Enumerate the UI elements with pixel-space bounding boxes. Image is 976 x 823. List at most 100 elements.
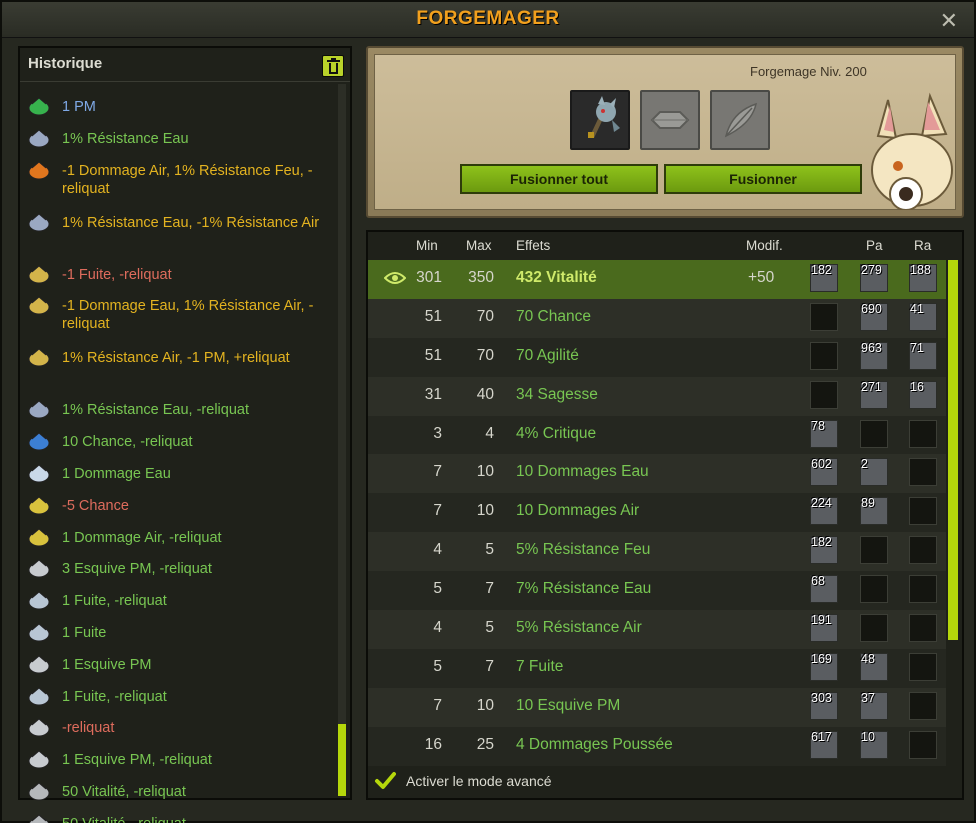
- rune-slot[interactable]: 963: [860, 341, 888, 370]
- header-modif: Modif.: [746, 238, 783, 253]
- history-item-text: -1 Fuite, -reliquat: [62, 266, 172, 283]
- rune-slot[interactable]: 48: [860, 651, 888, 681]
- effects-header: Min Max Effets Modif. Pa Ra: [368, 232, 962, 260]
- close-icon[interactable]: ✕: [940, 8, 958, 34]
- item-slot[interactable]: [570, 90, 630, 150]
- rune-slot[interactable]: [860, 614, 888, 643]
- checkmark-icon[interactable]: [374, 770, 396, 792]
- rune-slot[interactable]: 10: [860, 730, 888, 759]
- rune-slot[interactable]: [909, 691, 937, 720]
- min-value: 31: [424, 385, 442, 403]
- history-item: 1 Fuite: [26, 622, 340, 654]
- advanced-mode-toggle[interactable]: Activer le mode avancé: [374, 768, 552, 794]
- rune-count: 182: [811, 263, 832, 277]
- history-item: 1 Dommage Eau: [26, 463, 340, 495]
- rune-slot[interactable]: 271: [860, 379, 888, 409]
- rune-slot[interactable]: 78: [810, 419, 838, 448]
- effects-table: Min Max Effets Modif. Pa Ra 301 350 432 Vi…: [366, 230, 964, 800]
- rune-slot[interactable]: 182: [810, 263, 838, 292]
- effect-label: 4% Critique: [516, 424, 597, 442]
- history-panel: Historique 1 PM 1% Résistance Eau -1 Domma…: [18, 46, 352, 823]
- rune-slot[interactable]: 690: [860, 302, 888, 331]
- rune-slot[interactable]: 89: [860, 496, 888, 526]
- rune-slot[interactable]: [640, 90, 700, 150]
- fuse-all-button[interactable]: Fusionner tout: [460, 164, 658, 194]
- effect-row[interactable]: 5 7 7% Résistance Eau 68: [368, 571, 946, 611]
- rune-slot[interactable]: [860, 536, 888, 565]
- rune-slot[interactable]: [909, 730, 937, 759]
- rune-slot[interactable]: 182: [810, 535, 838, 565]
- rune-slot[interactable]: 279: [860, 263, 888, 292]
- header-min: Min: [416, 238, 438, 253]
- effect-row[interactable]: 5 7 7 Fuite 169 48: [368, 648, 946, 688]
- fuse-button[interactable]: Fusionner: [664, 164, 862, 194]
- effect-row[interactable]: 4 5 5% Résistance Air 191: [368, 610, 946, 649]
- rune-slot[interactable]: 41: [909, 302, 937, 331]
- rune-slot[interactable]: 2: [860, 457, 888, 487]
- effect-row[interactable]: 7 10 10 Dommages Eau 602 2: [368, 454, 946, 494]
- potion-slot[interactable]: [710, 90, 770, 150]
- effect-row[interactable]: 51 70 70 Chance 690 41: [368, 298, 946, 338]
- rune-slot[interactable]: [909, 575, 937, 604]
- min-value: 4: [433, 541, 442, 559]
- effect-label: 10 Dommages Eau: [516, 463, 649, 481]
- effects-scrollbar[interactable]: [948, 260, 958, 640]
- effect-label: 7 Fuite: [516, 657, 564, 675]
- rune-slot[interactable]: [909, 458, 937, 487]
- history-item-text: 10 Chance, -reliquat: [62, 434, 193, 451]
- rune-slot[interactable]: 188: [909, 263, 937, 292]
- rune-slot[interactable]: 617: [810, 730, 838, 759]
- rune-slot[interactable]: [810, 380, 838, 409]
- max-value: 70: [476, 346, 494, 364]
- rune-slot[interactable]: 37: [860, 691, 888, 720]
- history-item: -reliquat: [26, 717, 340, 749]
- history-item: 50 Vitalité, -reliquat: [26, 781, 340, 813]
- max-value: 25: [476, 735, 494, 753]
- effect-row[interactable]: 4 5 5% Résistance Feu 182: [368, 532, 946, 572]
- rune-count: 271: [861, 379, 882, 394]
- history-item: 1 Fuite, -reliquat: [26, 590, 340, 622]
- rune-slot[interactable]: 68: [810, 574, 838, 604]
- rune-count: 68: [811, 574, 825, 589]
- effect-row[interactable]: 31 40 34 Sagesse 271 16: [368, 376, 946, 416]
- rune-slot[interactable]: 71: [909, 341, 937, 370]
- effect-row[interactable]: 7 10 10 Dommages Air 224 89: [368, 493, 946, 533]
- effect-row[interactable]: 7 10 10 Esquive PM 303 37: [368, 687, 946, 727]
- rune-slot[interactable]: [909, 614, 937, 643]
- history-item: 1 Fuite, -reliquat: [26, 686, 340, 718]
- rune-slot[interactable]: [909, 536, 937, 565]
- rune-count: 48: [861, 651, 875, 666]
- rune-slot[interactable]: 169: [810, 652, 838, 681]
- rune-slot[interactable]: 191: [810, 613, 838, 643]
- history-item-text: -reliquat: [62, 720, 115, 737]
- history-item-text: 1 Esquive PM, -reliquat: [62, 752, 212, 769]
- effect-label: 5% Résistance Air: [516, 619, 642, 637]
- effect-row[interactable]: 3 4 4% Critique 78: [368, 415, 946, 455]
- rune-slot[interactable]: 16: [909, 380, 937, 409]
- rune-slot[interactable]: [909, 497, 937, 526]
- rune-slot[interactable]: 602: [810, 457, 838, 487]
- max-value: 70: [476, 307, 494, 325]
- effect-row[interactable]: 301 350 432 Vitalité +50 182 279 188: [368, 260, 946, 299]
- history-item-text: -5 Chance: [62, 497, 129, 514]
- effect-row[interactable]: 16 25 4 Dommages Poussée 617 10: [368, 726, 946, 766]
- max-value: 40: [476, 385, 494, 403]
- effect-row[interactable]: 51 70 70 Agilité 963 71: [368, 337, 946, 377]
- rune-slot[interactable]: [810, 302, 838, 331]
- min-value: 3: [433, 424, 442, 442]
- trash-icon[interactable]: [322, 55, 344, 77]
- history-item-text: 1% Résistance Air, -1 PM, +reliquat: [62, 350, 290, 367]
- rune-slot[interactable]: 224: [810, 496, 838, 526]
- rune-slot[interactable]: [909, 419, 937, 448]
- rune-slot[interactable]: 303: [810, 690, 838, 720]
- max-value: 7: [485, 657, 494, 675]
- header-max: Max: [466, 238, 492, 253]
- rune-slot[interactable]: [909, 652, 937, 681]
- rune-slot[interactable]: [860, 575, 888, 604]
- rune-slot[interactable]: [810, 341, 838, 370]
- rune-count: 303: [811, 690, 832, 705]
- history-scrollbar-track[interactable]: [338, 84, 346, 796]
- rune-slot[interactable]: [860, 419, 888, 448]
- min-value: 301: [416, 269, 442, 286]
- history-scrollbar-thumb[interactable]: [338, 724, 346, 796]
